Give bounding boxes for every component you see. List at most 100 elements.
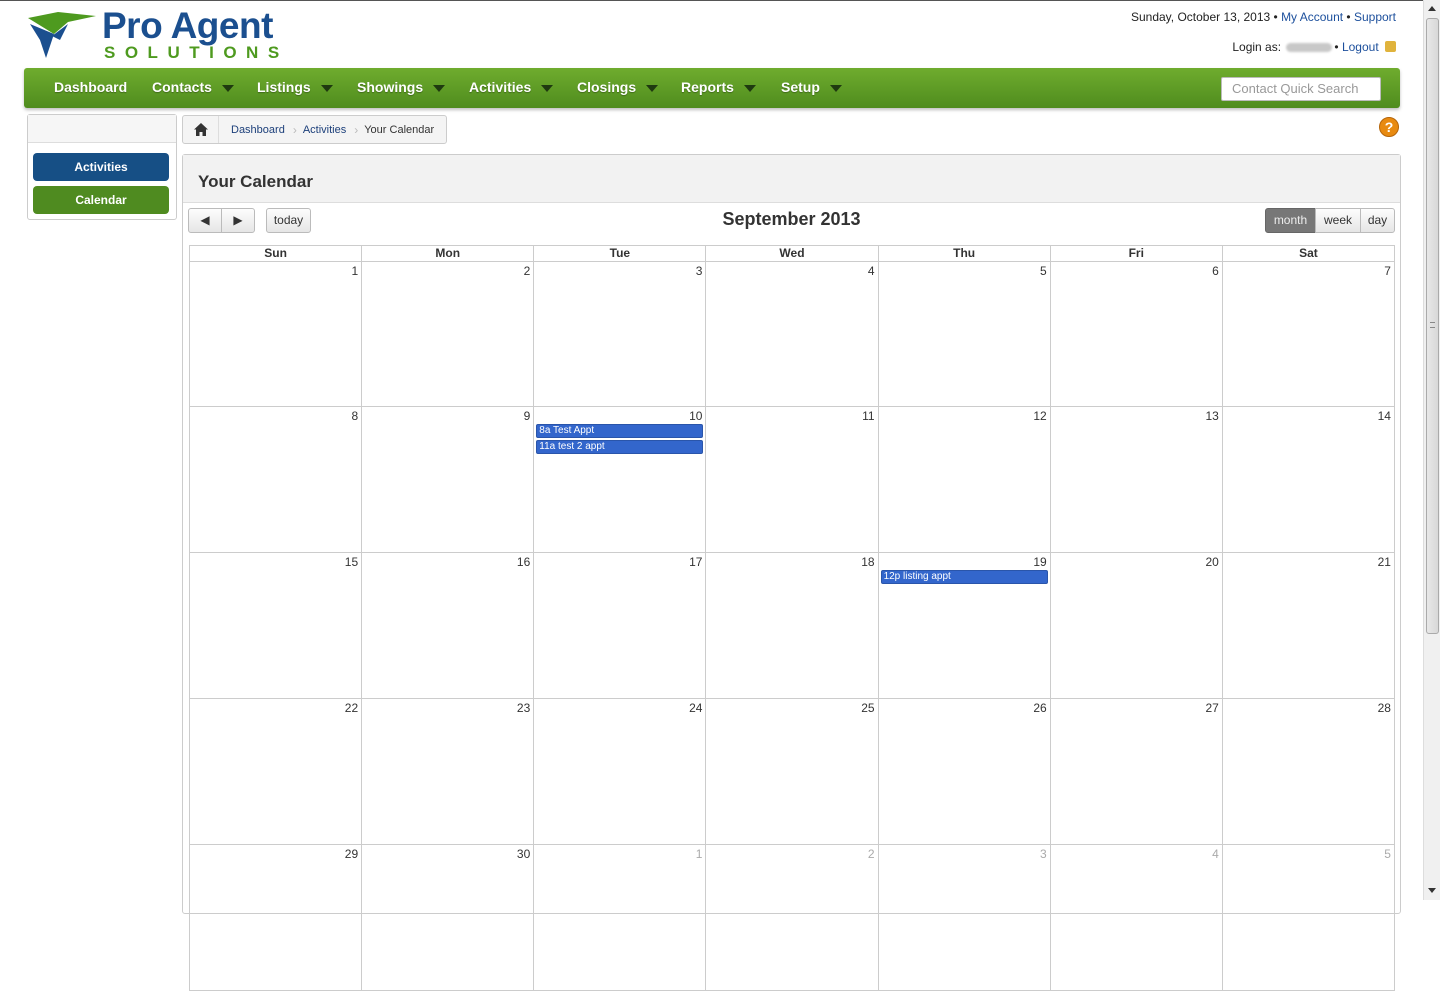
day-cell[interactable]: 29 <box>190 845 361 990</box>
my-account-link[interactable]: My Account <box>1281 10 1343 24</box>
day-cell[interactable]: 5 <box>877 262 1050 406</box>
day-number: 10 <box>689 409 703 423</box>
day-cell[interactable]: 18 <box>705 553 877 698</box>
contact-quick-search-input[interactable]: Contact Quick Search <box>1221 77 1381 101</box>
nav-listings[interactable]: Listings <box>257 79 333 95</box>
breadcrumb: Dashboard › Activities › Your Calendar <box>182 115 448 144</box>
logo-text: Pro Agent SOLUTIONS <box>102 5 289 62</box>
nav-setup-label: Setup <box>781 79 820 95</box>
scroll-down-arrow-icon[interactable] <box>1428 888 1436 893</box>
day-number: 20 <box>1205 555 1219 569</box>
day-cell[interactable]: 14 <box>1221 407 1394 552</box>
day-cell[interactable]: 17 <box>533 553 705 698</box>
day-cell[interactable]: 4 <box>1049 845 1222 990</box>
day-cell[interactable]: 28 <box>1221 699 1394 844</box>
week-row: 1 2 3 4 5 6 7 <box>189 261 1395 407</box>
day-cell[interactable]: 5 <box>1221 845 1394 990</box>
logout-link[interactable]: Logout <box>1342 40 1379 54</box>
day-cell[interactable]: 22 <box>190 699 361 844</box>
day-cell[interactable]: 10 8a Test Appt 11a test 2 appt <box>533 407 705 552</box>
nav-contacts-label: Contacts <box>152 79 212 95</box>
month-view-button[interactable]: month <box>1265 208 1316 233</box>
nav-contacts[interactable]: Contacts <box>152 79 234 95</box>
day-number: 27 <box>1205 701 1219 715</box>
sidebar-calendar-button[interactable]: Calendar <box>33 186 169 214</box>
day-cell[interactable]: 7 <box>1221 262 1394 406</box>
day-cell[interactable]: 1 <box>190 262 361 406</box>
week-view-button[interactable]: week <box>1315 208 1361 233</box>
day-cell[interactable]: 2 <box>705 845 877 990</box>
day-number: 7 <box>1384 264 1391 278</box>
day-cell[interactable]: 9 <box>361 407 533 552</box>
day-number: 1 <box>351 264 359 278</box>
day-cell[interactable]: 26 <box>877 699 1050 844</box>
scroll-up-arrow-icon[interactable] <box>1428 6 1436 11</box>
nav-closings[interactable]: Closings <box>577 79 659 95</box>
day-cell[interactable]: 8 <box>190 407 361 552</box>
day-of-week-wed: Wed <box>705 246 877 261</box>
vertical-scrollbar[interactable] <box>1423 0 1440 900</box>
nav-reports-label: Reports <box>681 79 734 95</box>
day-number: 1 <box>695 847 703 861</box>
nav-setup[interactable]: Setup <box>781 79 842 95</box>
day-cell[interactable]: 30 <box>361 845 533 990</box>
day-view-button[interactable]: day <box>1360 208 1395 233</box>
nav-closings-label: Closings <box>577 79 637 95</box>
day-number: 8 <box>351 409 359 423</box>
day-cell[interactable]: 24 <box>533 699 705 844</box>
nav-dashboard[interactable]: Dashboard <box>54 79 127 95</box>
day-of-week-sun: Sun <box>264 246 287 260</box>
logo-line1: Pro Agent <box>102 5 273 46</box>
calendar-event[interactable]: 11a test 2 appt <box>536 440 704 454</box>
day-cell[interactable]: 19 12p listing appt <box>877 553 1050 698</box>
day-cell[interactable]: 13 <box>1049 407 1222 552</box>
nav-dashboard-label: Dashboard <box>54 79 128 95</box>
day-of-week-tue: Tue <box>533 246 705 261</box>
calendar-grid: Sun Mon Tue Wed Thu Fri Sat 1 2 3 4 5 6 7 8 9 10 8a Test… <box>189 245 1395 991</box>
day-cell[interactable]: 1 <box>533 845 705 990</box>
day-number: 4 <box>1212 847 1219 861</box>
day-cell[interactable]: 15 <box>190 553 361 698</box>
day-cell[interactable]: 23 <box>361 699 533 844</box>
help-icon[interactable]: ? <box>1379 117 1399 137</box>
nav-showings[interactable]: Showings <box>357 79 446 95</box>
day-cell[interactable]: 20 <box>1049 553 1222 698</box>
day-number: 25 <box>861 701 875 715</box>
page-title: Your Calendar <box>198 172 313 191</box>
logo[interactable]: Pro Agent SOLUTIONS <box>24 5 324 64</box>
calendar-weeks: 1 2 3 4 5 6 7 8 9 10 8a Test Appt 11a test 2 appt 11… <box>189 261 1395 991</box>
day-cell[interactable]: 27 <box>1049 699 1222 844</box>
day-cell[interactable]: 21 <box>1221 553 1394 698</box>
day-cell[interactable]: 25 <box>705 699 877 844</box>
scroll-thumb[interactable] <box>1426 18 1439 634</box>
current-date: Sunday, October 13, 2013 <box>1130 10 1271 24</box>
week-row: 29 30 1 2 3 4 5 <box>189 845 1395 991</box>
week-row: 22 23 24 25 26 27 28 <box>189 699 1395 845</box>
support-link[interactable]: Support <box>1354 10 1396 24</box>
day-cell[interactable]: 6 <box>1049 262 1222 406</box>
breadcrumb-dashboard[interactable]: Dashboard <box>231 124 285 136</box>
day-cell[interactable]: 11 <box>705 407 877 552</box>
day-number: 6 <box>1212 264 1219 278</box>
sidebar-header <box>28 115 176 143</box>
day-number: 11 <box>862 409 875 423</box>
day-cell[interactable]: 3 <box>877 845 1050 990</box>
week-row: 8 9 10 8a Test Appt 11a test 2 appt 11 12 13 14 <box>189 407 1395 553</box>
day-cell[interactable]: 4 <box>705 262 877 406</box>
calendar-event[interactable]: 8a Test Appt <box>536 424 704 438</box>
day-cell[interactable]: 16 <box>361 553 533 698</box>
sidebar-activities-button[interactable]: Activities <box>33 153 169 181</box>
day-cell[interactable]: 12 <box>877 407 1050 552</box>
calendar-event[interactable]: 12p listing appt <box>880 570 1048 584</box>
breadcrumb-current: Your Calendar <box>364 123 435 136</box>
day-cell[interactable]: 2 <box>361 262 533 406</box>
breadcrumb-activities[interactable]: Activities <box>303 124 346 136</box>
day-number: 19 <box>1033 555 1047 569</box>
home-button[interactable] <box>183 116 219 143</box>
day-of-week-thu: Thu <box>877 246 1050 261</box>
day-number: 13 <box>1205 409 1219 423</box>
nav-activities[interactable]: Activities <box>469 79 554 95</box>
day-cell[interactable]: 3 <box>533 262 705 406</box>
nav-reports[interactable]: Reports <box>681 79 756 95</box>
calendar-title: September 2013 <box>722 209 861 229</box>
